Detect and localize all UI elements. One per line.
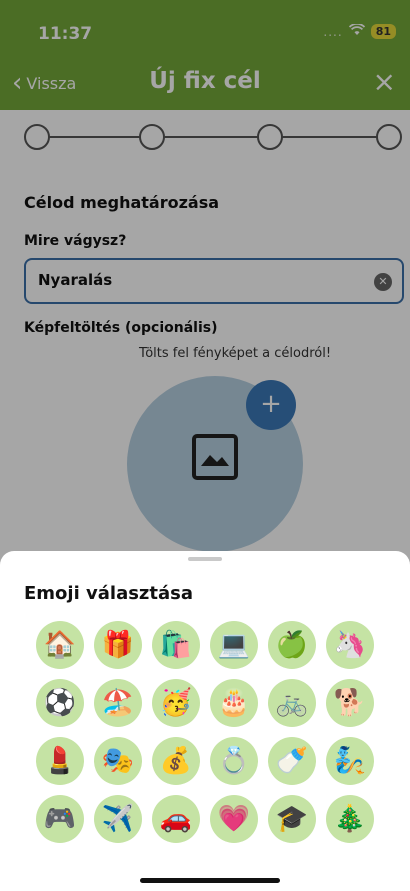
emoji-option[interactable]: 🍏 [268, 621, 316, 669]
emoji-picker-sheet: Emoji választása 🏠 🎁 🛍️ 💻 🍏 🦄 ⚽ 🏖️ 🥳 🎂 🚲 🐕 💄 🎭 💰 💍 🍼 🧞 🎮 ✈️… [0, 551, 410, 891]
emoji-option[interactable]: 💰 [152, 737, 200, 785]
emoji-option[interactable]: 🧞 [326, 737, 374, 785]
sheet-grabber[interactable] [188, 557, 222, 561]
emoji-option[interactable]: 🚗 [152, 795, 200, 843]
emoji-option[interactable]: 🎓 [268, 795, 316, 843]
emoji-option[interactable]: 🎂 [210, 679, 258, 727]
emoji-option[interactable]: 🎄 [326, 795, 374, 843]
emoji-option[interactable]: 🎭 [94, 737, 142, 785]
home-indicator [140, 878, 280, 883]
emoji-option[interactable]: 💍 [210, 737, 258, 785]
emoji-option[interactable]: 🚲 [268, 679, 316, 727]
emoji-option[interactable]: 🐕 [326, 679, 374, 727]
emoji-option[interactable]: 🥳 [152, 679, 200, 727]
emoji-option[interactable]: 💻 [210, 621, 258, 669]
emoji-grid: 🏠 🎁 🛍️ 💻 🍏 🦄 ⚽ 🏖️ 🥳 🎂 🚲 🐕 💄 🎭 💰 💍 🍼 🧞 🎮 ✈️ 🚗 💗 🎓 🎄 [36, 621, 376, 843]
emoji-option[interactable]: 💗 [210, 795, 258, 843]
emoji-option[interactable]: 🛍️ [152, 621, 200, 669]
emoji-option[interactable]: ✈️ [94, 795, 142, 843]
emoji-option[interactable]: ⚽ [36, 679, 84, 727]
emoji-option[interactable]: 🏠 [36, 621, 84, 669]
emoji-option[interactable]: 🎁 [94, 621, 142, 669]
emoji-option[interactable]: 🏖️ [94, 679, 142, 727]
emoji-option[interactable]: 🦄 [326, 621, 374, 669]
emoji-option[interactable]: 🎮 [36, 795, 84, 843]
sheet-title: Emoji választása [24, 583, 194, 604]
emoji-option[interactable]: 💄 [36, 737, 84, 785]
emoji-option[interactable]: 🍼 [268, 737, 316, 785]
